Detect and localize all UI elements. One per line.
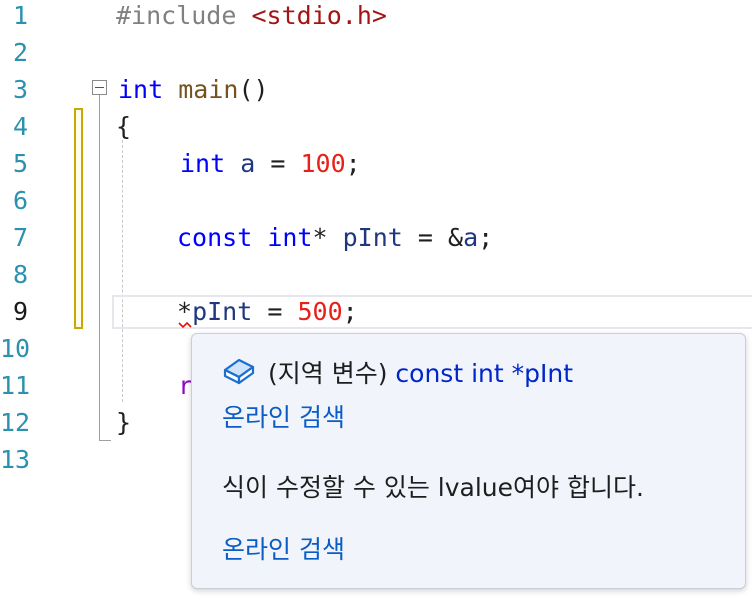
line-number: 3: [12, 75, 28, 104]
line-number: 6: [12, 186, 28, 215]
close-brace: }: [116, 408, 132, 437]
keyword: int: [180, 149, 226, 178]
semicolon: ;: [345, 149, 361, 178]
function-name: main: [178, 75, 239, 104]
code-line-4[interactable]: {: [116, 108, 131, 145]
line-number: 10: [0, 334, 31, 363]
semicolon: ;: [478, 223, 494, 252]
symbol-signature: (지역 변수) const int *pInt: [268, 354, 573, 390]
number-literal: 100: [300, 149, 346, 178]
include-header: <stdio.h>: [251, 1, 387, 30]
code-line-7[interactable]: const int* pInt = &a;: [177, 219, 493, 256]
line-number: 12: [0, 408, 31, 437]
code-line-5[interactable]: int a = 100;: [180, 145, 361, 182]
indent-guide: [122, 140, 123, 402]
preprocessor-directive: #include: [116, 1, 237, 30]
fold-guide-line: [99, 95, 100, 440]
code-line-9[interactable]: *pInt = 500;: [177, 293, 358, 330]
online-search-link[interactable]: 온라인 검색: [222, 398, 345, 434]
symbol-kind: (지역 변수): [268, 359, 388, 388]
line-number: 13: [0, 445, 31, 474]
variable: a: [240, 149, 256, 178]
change-tracking-bar: [74, 108, 83, 329]
line-number: 11: [0, 371, 31, 400]
open-brace: {: [116, 112, 132, 141]
code-line-3[interactable]: int main(): [118, 71, 269, 108]
variable: a: [463, 223, 479, 252]
error-squiggle: [178, 321, 192, 329]
quick-info-tooltip: (지역 변수) const int *pInt 온라인 검색 식이 수정할 수 …: [191, 333, 746, 589]
line-number: 4: [12, 112, 28, 141]
error-message: 식이 수정할 수 있는 lvalue여야 합니다.: [222, 473, 644, 502]
address-of: &: [448, 223, 464, 252]
line-number: 7: [12, 223, 28, 252]
line-number: 1: [12, 1, 28, 30]
local-variable-icon: [223, 358, 255, 385]
keyword: const: [177, 223, 253, 252]
code-editor[interactable]: 1 2 3 4 5 6 7 8 9 10 11 12 13 #include <…: [0, 0, 752, 597]
code-line-12[interactable]: }: [116, 404, 131, 441]
line-number: 8: [12, 260, 28, 289]
pointer-star: *: [312, 223, 328, 252]
line-number: 5: [12, 149, 28, 178]
keyword: int: [267, 223, 313, 252]
symbol-declaration: const int *pInt: [395, 359, 574, 388]
operator: =: [417, 223, 433, 252]
semicolon: ;: [342, 297, 358, 326]
keyword: int: [118, 75, 164, 104]
operator: =: [270, 149, 286, 178]
operator: =: [267, 297, 283, 326]
number-literal: 500: [297, 297, 343, 326]
online-search-link[interactable]: 온라인 검색: [222, 530, 345, 566]
code-line-1[interactable]: #include <stdio.h>: [116, 0, 387, 34]
line-number-active: 9: [12, 297, 28, 326]
variable: pInt: [192, 297, 253, 326]
fold-guide-end: [99, 440, 111, 441]
variable: pInt: [342, 223, 403, 252]
collapse-minus-icon[interactable]: [92, 80, 107, 95]
parens: (): [238, 75, 269, 104]
line-number: 2: [12, 38, 28, 67]
